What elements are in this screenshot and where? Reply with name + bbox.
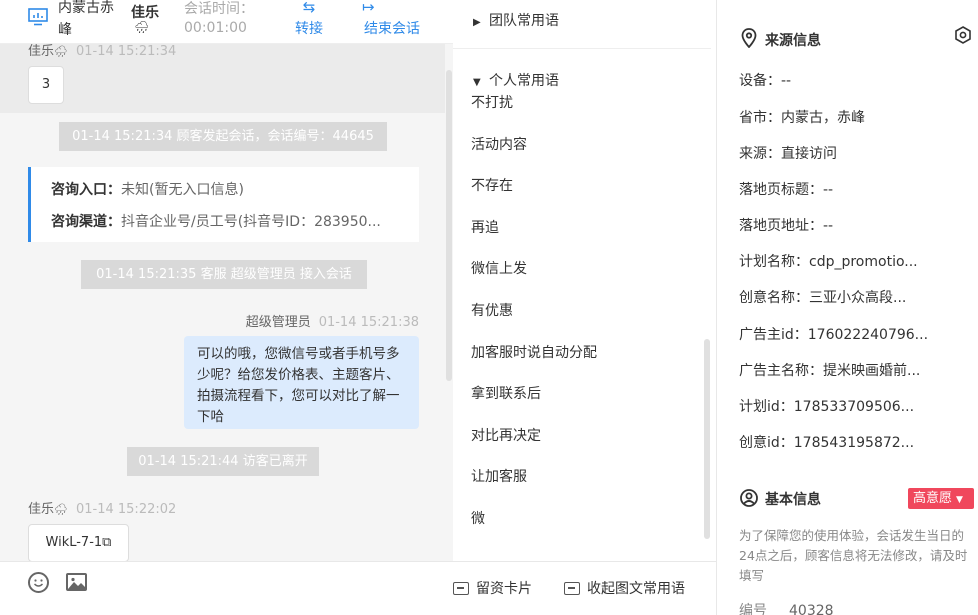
exit-icon: ↦ — [362, 0, 375, 16]
duration-value: 00:01:00 — [184, 20, 247, 36]
sender-name: 佳乐 — [28, 44, 55, 59]
end-session-button[interactable]: ↦ 结束会话 — [360, 0, 424, 38]
phrase-item[interactable]: 让加客服 — [471, 466, 527, 486]
phrases-scrollbar[interactable] — [704, 339, 710, 539]
basic-info-title: 基本信息 — [739, 489, 821, 509]
caret-down-icon: ▼ — [956, 495, 963, 505]
system-message: 01-14 15:21:35 客服 超级管理员 接入会话 — [81, 260, 367, 289]
consult-info-card: 咨询入口：未知(暂无入口信息) 咨询渠道：抖音企业号/员工号(抖音号ID：283… — [28, 167, 419, 242]
consult-channel-value: 抖音企业号/员工号(抖音号ID：283950... — [121, 214, 381, 230]
phrase-item[interactable]: 活动内容 — [471, 134, 527, 154]
number-label: 编号 — [739, 603, 767, 615]
plan-id-field: 计划id：178533709506... — [739, 399, 915, 415]
chat-messages[interactable]: 佳乐🌧 01-14 15:21:34 3 01-14 15:21:34 顾客发起会… — [0, 44, 453, 562]
caret-right-icon: ▶ — [473, 17, 481, 28]
visitor-region: 内蒙古赤峰 — [58, 0, 114, 38]
visitor-message: 3 — [28, 66, 64, 104]
copy-icon[interactable]: ⧉ — [102, 535, 111, 550]
end-session-label: 结束会话 — [364, 21, 420, 37]
message-time: 01-14 15:21:34 — [75, 44, 177, 59]
rain-cloud-icon: 🌧 — [134, 20, 150, 34]
leave-card-label: 留资卡片 — [476, 581, 532, 597]
phrase-item[interactable]: 对比再决定 — [471, 425, 541, 445]
intent-label: 高意愿 — [913, 491, 953, 506]
caret-down-icon: ▼ — [473, 77, 481, 88]
device-field: 设备：-- — [739, 73, 792, 89]
collapse-rich-label: 收起图文常用语 — [587, 581, 685, 597]
sender-name: 佳乐 — [28, 502, 55, 517]
section-label: 来源信息 — [765, 33, 821, 49]
consult-entry-value: 未知(暂无入口信息) — [121, 182, 244, 198]
collapse-rich-phrases-button[interactable]: 收起图文常用语 — [564, 578, 685, 598]
advertiser-id-field: 广告主id：176022240796... — [739, 327, 929, 343]
agent-sender: 超级管理员 01-14 15:21:38 — [246, 311, 419, 330]
consult-entry-row: 咨询入口：未知(暂无入口信息) — [51, 179, 244, 199]
creative-name-field: 创意名称：三亚小众高段... — [739, 290, 907, 306]
phrase-item[interactable]: 不打扰 — [471, 92, 513, 112]
chat-panel: 内蒙古赤峰 佳乐 🌧 会话时间： 00:01:00 ⇆ 转接 ↦ 结束会话 佳乐… — [0, 0, 453, 615]
rain-cloud-icon: 🌧 — [54, 45, 68, 58]
plan-name-field: 计划名称：cdp_promotio... — [739, 254, 918, 270]
source-field: 来源：直接访问 — [739, 146, 837, 162]
system-message: 01-14 15:21:44 访客已离开 — [127, 447, 319, 476]
gear-icon[interactable] — [954, 26, 972, 44]
phrase-item[interactable]: 微 — [471, 508, 485, 528]
agent-message: 可以的哦，您微信号或者手机号多少呢？给您发价格表、主题客片、拍摄流程看下，您可以… — [184, 336, 419, 429]
card-icon — [453, 582, 469, 595]
province-field: 省市：内蒙古，赤峰 — [739, 110, 865, 126]
source-info-title: 来源信息 — [739, 28, 821, 50]
consult-entry-label: 咨询入口： — [51, 182, 121, 198]
customer-info-panel: 来源信息 设备：-- 省市：内蒙古，赤峰 来源：直接访问 落地页标题：-- 落地… — [718, 0, 978, 615]
transfer-label: 转接 — [295, 21, 323, 37]
phrase-item[interactable]: 加客服时说自动分配 — [471, 342, 597, 362]
monitor-icon — [28, 8, 48, 26]
chat-header: 内蒙古赤峰 佳乐 🌧 会话时间： 00:01:00 ⇆ 转接 ↦ 结束会话 — [0, 0, 453, 44]
phrase-item[interactable]: 微信上发 — [471, 258, 527, 278]
rain-cloud-icon: 🌧 — [54, 503, 68, 516]
phrase-item[interactable]: 不存在 — [471, 175, 513, 195]
duration-label: 会话时间： — [184, 1, 254, 17]
team-phrases-group[interactable]: ▶ 团队常用语 — [473, 10, 559, 30]
consult-channel-row: 咨询渠道：抖音企业号/员工号(抖音号ID：283950... — [51, 211, 381, 231]
user-circle-icon — [740, 489, 758, 507]
phrases-panel: ▶ 团队常用语 ▼ 个人常用语 不打扰 活动内容 不存在 再追 微信上发 有优惠 加… — [453, 0, 717, 615]
intent-dropdown[interactable]: 高意愿 ▼ — [908, 488, 974, 509]
number-row: 编号 40328 — [739, 600, 834, 615]
divider — [453, 48, 711, 49]
sender-name: 超级管理员 — [245, 315, 311, 330]
landing-title-field: 落地页标题：-- — [739, 182, 834, 198]
chat-toolbar — [0, 561, 453, 615]
consult-channel-label: 咨询渠道： — [51, 214, 121, 230]
system-message: 01-14 15:21:34 顾客发起会话，会话编号：44645 — [59, 122, 387, 151]
phrase-item[interactable]: 有优惠 — [471, 300, 513, 320]
chat-scrollbar[interactable] — [445, 44, 453, 561]
phrases-toolbar: 留资卡片 收起图文常用语 — [453, 561, 716, 615]
visitor-name: 佳乐 — [131, 5, 159, 21]
card-icon — [564, 582, 580, 595]
section-label: 基本信息 — [765, 492, 821, 508]
landing-url-field: 落地页地址：-- — [739, 218, 834, 234]
image-icon[interactable] — [66, 573, 87, 591]
creative-id-field: 创意id：178543195872... — [739, 435, 915, 451]
chat-scrollbar-thumb[interactable] — [446, 70, 452, 381]
phrase-item[interactable]: 拿到联系后 — [471, 383, 541, 403]
transfer-icon: ⇆ — [302, 0, 316, 16]
personal-phrases-group[interactable]: ▼ 个人常用语 — [473, 70, 559, 90]
message-time: 01-14 15:22:02 — [75, 502, 177, 517]
message-time: 01-14 15:21:38 — [318, 315, 419, 330]
edit-notice: 为了保障您的使用体验，会话发生当日的24点之后，顾客信息将无法修改，请及时填写 — [739, 528, 968, 583]
group-label: 团队常用语 — [489, 13, 559, 29]
message-sender: 佳乐🌧 01-14 15:22:02 — [28, 498, 176, 517]
emoji-icon[interactable] — [28, 572, 49, 593]
leave-card-button[interactable]: 留资卡片 — [453, 578, 532, 598]
group-label: 个人常用语 — [489, 73, 559, 89]
number-value: 40328 — [789, 603, 834, 615]
location-pin-icon — [741, 28, 757, 48]
message-text: WikL-7-1 — [45, 535, 103, 550]
visitor-message: WikL-7-1⧉ — [28, 524, 129, 562]
advertiser-name-field: 广告主名称：提米映画婚前... — [739, 363, 921, 379]
transfer-button[interactable]: ⇆ 转接 — [291, 0, 327, 38]
phrase-item[interactable]: 再追 — [471, 217, 499, 237]
